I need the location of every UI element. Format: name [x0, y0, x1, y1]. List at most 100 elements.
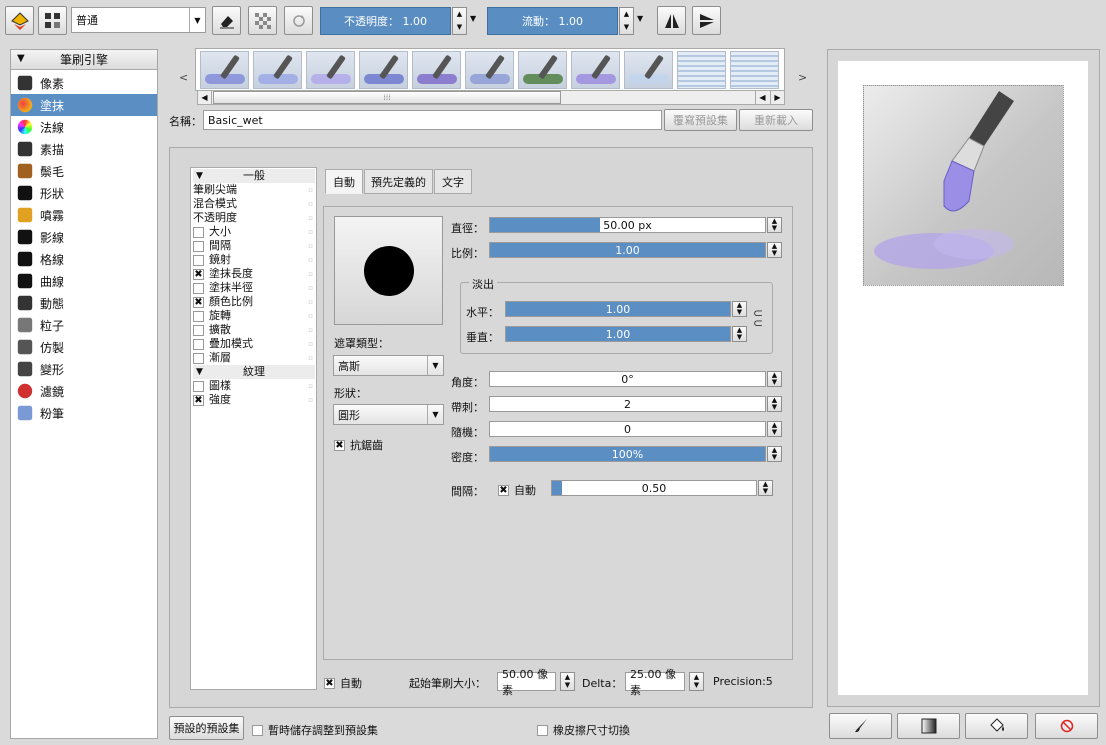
diameter-slider[interactable]: 50.00 px	[489, 217, 766, 233]
property-item[interactable]: 筆刷尖端 ▫	[193, 183, 315, 197]
brush-preset-thumb[interactable]	[306, 51, 355, 89]
lock-icon[interactable]: ▫	[308, 295, 313, 309]
random-stepper[interactable]: ▲ ▼	[767, 421, 782, 437]
flow-dropdown-icon[interactable]: ▼	[637, 14, 643, 23]
scratchpad-gradient-button[interactable]	[897, 713, 960, 739]
overwrite-preset-button[interactable]: 覆寫預設集	[664, 109, 737, 131]
engine-item[interactable]: 格線	[11, 248, 157, 270]
lock-icon[interactable]: ▫	[308, 197, 313, 211]
property-item[interactable]: ✖ 強度 ▫	[193, 393, 315, 407]
lock-icon[interactable]: ▫	[308, 337, 313, 351]
property-item[interactable]: 不透明度 ▫	[193, 211, 315, 225]
diameter-stepper[interactable]: ▲ ▼	[767, 217, 782, 233]
scroll-right-arrow-a[interactable]: ◀	[755, 91, 769, 104]
brush-preset-thumb[interactable]	[571, 51, 620, 89]
lock-icon[interactable]: ▫	[308, 183, 313, 197]
ratio-stepper[interactable]: ▲ ▼	[767, 242, 782, 258]
engine-item[interactable]: 形狀	[11, 182, 157, 204]
spacing-stepper[interactable]: ▲ ▼	[758, 480, 773, 496]
density-slider[interactable]: 100%	[489, 446, 766, 462]
auto-size-checkbox[interactable]: ✖ 自動	[324, 675, 362, 691]
horizontal-stepper[interactable]: ▲ ▼	[732, 301, 747, 317]
engine-item[interactable]: 噴霧	[11, 204, 157, 226]
color-palette-button[interactable]	[5, 6, 34, 35]
brush-preset-thumb[interactable]	[677, 51, 726, 89]
checkbox-checked-icon[interactable]: ✖	[193, 394, 204, 406]
angle-stepper[interactable]: ▲ ▼	[767, 371, 782, 387]
checkbox-checked-icon[interactable]: ✖	[193, 296, 204, 308]
lock-icon[interactable]: ▫	[308, 281, 313, 295]
checkbox-unchecked-icon[interactable]	[193, 226, 204, 238]
opacity-stepper[interactable]: ▲ ▼	[452, 7, 467, 35]
engine-item[interactable]: 影線	[11, 226, 157, 248]
reload-preset-button[interactable]	[284, 6, 313, 35]
lock-icon[interactable]: ▫	[308, 267, 313, 281]
lock-icon[interactable]: ▫	[308, 225, 313, 239]
engine-item[interactable]: 法線	[11, 116, 157, 138]
engine-item[interactable]: 仿製	[11, 336, 157, 358]
brush-preset-thumb[interactable]	[253, 51, 302, 89]
scratchpad-fill-button[interactable]	[965, 713, 1028, 739]
flow-spinbox[interactable]: 流動： 1.00	[487, 7, 618, 35]
checkbox-unchecked-icon[interactable]	[193, 240, 204, 252]
scroll-right-arrow[interactable]: ▶	[770, 91, 784, 104]
spikes-stepper[interactable]: ▲ ▼	[767, 396, 782, 412]
spacing-auto-checkbox[interactable]: ✖ 自動	[498, 482, 536, 498]
start-size-stepper[interactable]: ▲ ▼	[560, 672, 575, 691]
engine-item[interactable]: 塗抹	[11, 94, 157, 116]
engine-item[interactable]: 動態	[11, 292, 157, 314]
temp-save-checkbox[interactable]: 暫時儲存調整到預設集	[252, 722, 378, 738]
property-item[interactable]: 混合模式 ▫	[193, 197, 315, 211]
brush-preset-thumb[interactable]	[359, 51, 408, 89]
ratio-slider[interactable]: 1.00	[489, 242, 766, 258]
tab-1[interactable]: 預先定義的	[364, 169, 433, 194]
predefined-presets-button[interactable]: 預設的預設集	[169, 716, 244, 740]
lock-icon[interactable]: ▫	[308, 351, 313, 365]
mask-type-select[interactable]: 高斯 ▼	[333, 355, 444, 376]
lock-icon[interactable]: ▫	[308, 253, 313, 267]
lock-icon[interactable]: ▫	[308, 309, 313, 323]
property-item[interactable]: 間隔 ▫	[193, 239, 315, 253]
checkbox-unchecked-icon[interactable]	[193, 254, 204, 266]
spacing-slider[interactable]: 0.50	[551, 480, 757, 496]
engine-item[interactable]: 鬃毛	[11, 160, 157, 182]
tab-0[interactable]: 自動	[325, 169, 363, 194]
engine-item[interactable]: 素描	[11, 138, 157, 160]
engine-item[interactable]: 像素	[11, 72, 157, 94]
link-chain-icon[interactable]: ⊂ ⊂	[753, 307, 763, 329]
engine-item[interactable]: 粒子	[11, 314, 157, 336]
delta-field[interactable]: 25.00 像素	[625, 668, 685, 697]
checkbox-checked-icon[interactable]: ✖	[193, 268, 204, 280]
brush-preset-thumb[interactable]	[200, 51, 249, 89]
opacity-spinbox[interactable]: 不透明度： 1.00	[320, 7, 451, 35]
blend-mode-select[interactable]: 普通 ▼	[71, 7, 206, 33]
brush-presets-button[interactable]	[38, 6, 67, 35]
engine-item[interactable]: 粉筆	[11, 402, 157, 424]
scratchpad-paint-button[interactable]	[829, 713, 892, 739]
property-item[interactable]: 圖樣 ▫	[193, 379, 315, 393]
spikes-slider[interactable]: 2	[489, 396, 766, 412]
lock-icon[interactable]: ▫	[308, 379, 313, 393]
property-item[interactable]: 旋轉 ▫	[193, 309, 315, 323]
eraser-mode-button[interactable]	[212, 6, 241, 35]
reload-button[interactable]: 重新載入	[739, 109, 813, 131]
checkbox-unchecked-icon[interactable]	[193, 352, 204, 364]
shape-select[interactable]: 圓形 ▼	[333, 404, 444, 425]
property-item[interactable]: ✖ 塗抹長度 ▫	[193, 267, 315, 281]
vertical-stepper[interactable]: ▲ ▼	[732, 326, 747, 342]
property-item[interactable]: 漸層 ▫	[193, 351, 315, 365]
vertical-slider[interactable]: 1.00	[505, 326, 731, 342]
engine-item[interactable]: 變形	[11, 358, 157, 380]
flow-stepper[interactable]: ▲ ▼	[619, 7, 634, 35]
lock-icon[interactable]: ▫	[308, 393, 313, 407]
preset-name-field[interactable]: Basic_wet	[203, 110, 662, 130]
lock-icon[interactable]: ▫	[308, 239, 313, 253]
property-item[interactable]: 疊加模式 ▫	[193, 337, 315, 351]
scroll-thumb[interactable]: ⁞⁞⁞	[213, 91, 561, 104]
property-item[interactable]: 擴散 ▫	[193, 323, 315, 337]
density-stepper[interactable]: ▲ ▼	[767, 446, 782, 462]
checkbox-unchecked-icon[interactable]	[193, 282, 204, 294]
eraser-toggle-checkbox[interactable]: 橡皮擦尺寸切換	[537, 722, 630, 738]
general-group-header[interactable]: ▼ 一般	[193, 169, 315, 183]
property-item[interactable]: ✖ 顏色比例 ▫	[193, 295, 315, 309]
